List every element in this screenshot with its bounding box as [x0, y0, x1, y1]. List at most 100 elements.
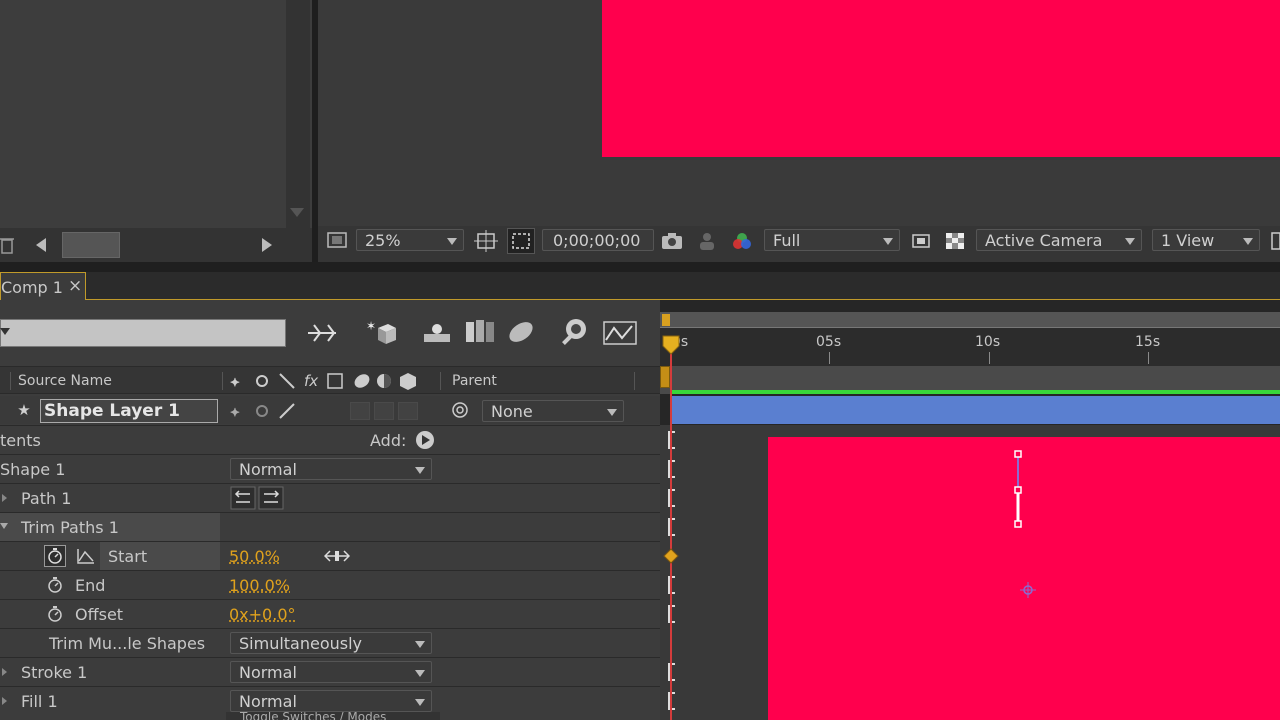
- layer-name-field[interactable]: Shape Layer 1: [40, 399, 218, 423]
- stopwatch-active-icon[interactable]: [44, 545, 66, 567]
- stroke1-blend-mode-dropdown[interactable]: Normal: [230, 661, 432, 683]
- color-channels-icon[interactable]: [730, 230, 754, 252]
- comp-tab[interactable]: Comp 1 ×: [0, 272, 86, 300]
- more-options-icon[interactable]: [1266, 230, 1280, 252]
- comp-mini-flowchart-icon[interactable]: [306, 320, 342, 346]
- draft-3d-icon[interactable]: ✶: [364, 318, 398, 348]
- layer-switches-icons[interactable]: ⯌: [228, 400, 300, 422]
- ruler-tick: [829, 352, 830, 364]
- keyframe-icon[interactable]: [663, 548, 679, 564]
- parent-value: None: [491, 402, 533, 421]
- pick-whip-icon[interactable]: [450, 400, 470, 420]
- trim-multiple-dropdown[interactable]: Simultaneously: [230, 632, 432, 654]
- add-play-icon[interactable]: [416, 431, 434, 449]
- views-value: 1 View: [1161, 231, 1215, 250]
- transparency-grid-icon[interactable]: [507, 228, 535, 254]
- timecode-field[interactable]: 0;00;00;00: [542, 229, 654, 251]
- column-divider[interactable]: [634, 372, 635, 390]
- row-divider: [0, 657, 660, 658]
- checkerboard-icon[interactable]: [944, 231, 966, 251]
- project-panel-scrollbar[interactable]: [286, 0, 310, 228]
- frame-blending-icon[interactable]: [462, 318, 496, 346]
- current-time-indicator-line[interactable]: [670, 352, 672, 720]
- fill1-blend-mode-dropdown[interactable]: Normal: [230, 690, 432, 712]
- path-direction-icons[interactable]: [230, 486, 284, 510]
- parent-header[interactable]: Parent: [452, 373, 497, 389]
- project-panel: [0, 0, 312, 262]
- row-divider: [0, 599, 660, 600]
- layer-name: Shape Layer 1: [44, 401, 180, 421]
- stopwatch-icon[interactable]: [46, 576, 64, 594]
- fast-previews-icon[interactable]: [910, 231, 932, 251]
- svg-text:⯌: ⯌: [230, 375, 240, 390]
- stroke1-label[interactable]: Stroke 1: [21, 663, 87, 682]
- expand-triangle-icon[interactable]: [2, 668, 7, 676]
- svg-text:fx: fx: [304, 372, 318, 390]
- zoom-dropdown[interactable]: 25%: [356, 229, 464, 251]
- end-value[interactable]: 100.0%: [229, 576, 290, 595]
- row-divider: [0, 686, 660, 687]
- region-of-interest-icon[interactable]: [326, 230, 348, 250]
- expand-triangle-icon[interactable]: [2, 494, 7, 502]
- playhead-icon[interactable]: [661, 334, 681, 358]
- chevron-down-icon: [415, 670, 425, 677]
- snapshot-camera-icon[interactable]: [660, 231, 684, 251]
- time-ruler[interactable]: [660, 328, 1280, 366]
- ruler-label-10s: 10s: [975, 334, 1001, 350]
- bottom-toggle-bar[interactable]: Toggle Switches / Modes: [226, 712, 440, 720]
- scroll-down-icon[interactable]: [290, 208, 304, 217]
- expand-triangle-icon[interactable]: [2, 697, 7, 705]
- camera-dropdown[interactable]: Active Camera: [976, 229, 1142, 251]
- add-label: Add:: [370, 431, 407, 450]
- views-dropdown[interactable]: 1 View: [1152, 229, 1260, 251]
- graph-editor-icon[interactable]: [602, 320, 638, 346]
- horizontal-scroll-thumb[interactable]: [62, 232, 120, 258]
- layer-duration-bar[interactable]: [672, 396, 1280, 424]
- ruler-label-15s: 15s: [1135, 334, 1161, 350]
- shape1-mode-value: Normal: [239, 460, 297, 479]
- resolution-dropdown[interactable]: Full: [764, 229, 900, 251]
- work-area-handle[interactable]: [660, 366, 670, 388]
- timeline-search-input[interactable]: [0, 319, 286, 347]
- work-area-start-icon[interactable]: [662, 314, 670, 326]
- panel-separator: [0, 262, 1280, 272]
- shape1-label[interactable]: Shape 1: [0, 460, 65, 479]
- scroll-left-icon[interactable]: [36, 238, 46, 252]
- chevron-down-icon: [447, 238, 457, 245]
- start-value[interactable]: 50.0%: [229, 547, 280, 566]
- path-vertices-icon: [1008, 446, 1028, 532]
- close-icon[interactable]: ×: [68, 276, 82, 296]
- row-divider: [0, 628, 660, 629]
- work-area-line: [670, 390, 1280, 394]
- time-navigator-bar[interactable]: [660, 312, 1280, 328]
- svg-text:⯌: ⯌: [230, 405, 240, 420]
- contents-label[interactable]: tents: [0, 431, 41, 450]
- shape1-blend-mode-dropdown[interactable]: Normal: [230, 458, 432, 480]
- motion-blur-icon[interactable]: [504, 318, 538, 346]
- column-divider[interactable]: [222, 372, 223, 390]
- trash-icon[interactable]: [0, 236, 14, 254]
- source-name-header[interactable]: Source Name: [18, 373, 112, 389]
- column-divider[interactable]: [440, 372, 441, 390]
- hide-shy-layers-icon[interactable]: [420, 320, 454, 346]
- fill1-label[interactable]: Fill 1: [21, 692, 58, 711]
- scroll-right-icon[interactable]: [262, 238, 272, 252]
- trim-paths-label[interactable]: Trim Paths 1: [21, 518, 119, 537]
- collapse-triangle-icon[interactable]: [0, 523, 8, 529]
- timecode-value: 0;00;00;00: [553, 231, 641, 250]
- search-chevron-icon[interactable]: [0, 328, 10, 335]
- offset-value[interactable]: 0x+0.0°: [229, 605, 296, 624]
- trim-multiple-label: Trim Mu...le Shapes: [49, 634, 206, 653]
- layer-switch-boxes[interactable]: [350, 402, 422, 420]
- fit-frame-icon[interactable]: [474, 230, 498, 252]
- graph-icon[interactable]: [74, 546, 96, 566]
- graph-editor-search-icon[interactable]: [558, 316, 592, 348]
- chevron-down-icon: [607, 409, 617, 416]
- column-divider[interactable]: [10, 372, 11, 390]
- stopwatch-icon[interactable]: [46, 605, 64, 623]
- parent-dropdown[interactable]: None: [482, 400, 624, 422]
- switches-header-icons: ⯌ fx: [228, 370, 420, 392]
- show-snapshot-icon[interactable]: [696, 231, 718, 251]
- anchor-point-icon: [1020, 582, 1036, 598]
- path1-label[interactable]: Path 1: [21, 489, 71, 508]
